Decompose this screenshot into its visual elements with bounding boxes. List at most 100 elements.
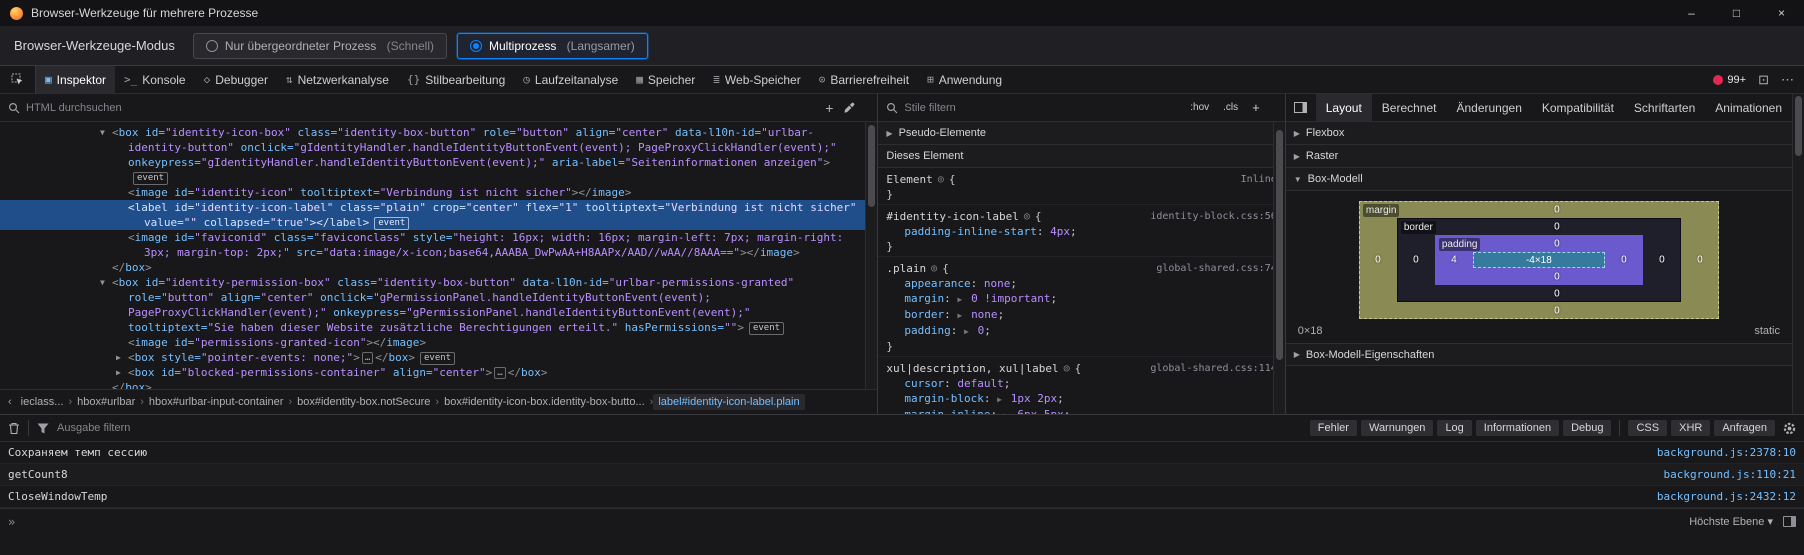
markup-node[interactable]: <label id="identity-icon-label" class="p… bbox=[0, 200, 877, 230]
markup-node[interactable]: <image id="permissions-granted-icon"></i… bbox=[0, 335, 877, 350]
stylesheet-link[interactable]: global-shared.css:114 bbox=[1150, 361, 1276, 376]
expand-shorthand-icon[interactable]: ▶ bbox=[957, 295, 967, 304]
tab-konsole[interactable]: >_Konsole bbox=[115, 66, 195, 93]
breadcrumb-item[interactable]: box#identity-icon-box.identity-box-butto… bbox=[439, 394, 650, 410]
css-declaration[interactable]: margin-block: ▶ 1px 2px; bbox=[886, 391, 1276, 407]
pseudo-class-toggle[interactable]: :hov bbox=[1187, 100, 1212, 115]
tab-web-speicher[interactable]: ≣Web-Speicher bbox=[704, 66, 809, 93]
console-message[interactable]: getCount8background.js:110:21 bbox=[0, 464, 1804, 486]
style-filter-input[interactable] bbox=[904, 102, 1181, 114]
filter-button-anfragen[interactable]: Anfragen bbox=[1714, 420, 1775, 436]
padding-left-value[interactable]: 4 bbox=[1451, 255, 1457, 266]
margin-top-value[interactable]: 0 bbox=[1554, 205, 1560, 216]
event-badge[interactable]: event bbox=[749, 322, 784, 335]
padding-right-value[interactable]: 0 bbox=[1621, 255, 1627, 266]
filter-button-informationen[interactable]: Informationen bbox=[1476, 420, 1559, 436]
selector-highlighter-icon[interactable]: ◎ bbox=[1064, 361, 1070, 376]
tab-layout[interactable]: Layout bbox=[1316, 94, 1372, 121]
tab-animationen[interactable]: Animationen bbox=[1705, 94, 1792, 121]
maximize-button[interactable]: □ bbox=[1714, 0, 1759, 26]
meatball-menu-icon[interactable]: ⋯ bbox=[1781, 72, 1794, 88]
margin-right-value[interactable]: 0 bbox=[1697, 255, 1703, 266]
source-link[interactable]: background.js:2378:10 bbox=[1657, 446, 1796, 459]
stylesheet-link[interactable]: global-shared.css:74 bbox=[1156, 261, 1276, 276]
rule-selector[interactable]: Element bbox=[886, 172, 932, 187]
box-model-content-region[interactable]: -4×18 bbox=[1473, 252, 1605, 268]
filter-button-warnungen[interactable]: Warnungen bbox=[1361, 420, 1433, 436]
expand-arrow-icon[interactable]: ▶ bbox=[116, 350, 121, 365]
tab-stilbearbeitung[interactable]: {}Stilbearbeitung bbox=[398, 66, 514, 93]
markup-node[interactable]: ▼<box id="identity-icon-box" class="iden… bbox=[0, 125, 877, 185]
expand-shorthand-icon[interactable]: ▶ bbox=[964, 327, 974, 336]
scrollbar-thumb[interactable] bbox=[1276, 130, 1283, 360]
stylesheet-link[interactable]: Inline bbox=[1241, 172, 1277, 187]
source-link[interactable]: background.js:110:21 bbox=[1664, 468, 1796, 481]
css-declaration[interactable]: cursor: default; bbox=[886, 376, 1276, 391]
add-rule-button[interactable]: + bbox=[1249, 98, 1263, 117]
border-bottom-value[interactable]: 0 bbox=[1554, 289, 1560, 300]
markup-node[interactable]: </box> bbox=[0, 260, 877, 275]
rule-selector[interactable]: #identity-icon-label bbox=[886, 209, 1018, 224]
css-declaration[interactable]: padding: ▶ 0; bbox=[886, 323, 1276, 339]
evaluation-context-selector[interactable]: Höchste Ebene ▾ bbox=[1689, 515, 1773, 528]
source-link[interactable]: background.js:2432:12 bbox=[1657, 490, 1796, 503]
pick-element-button[interactable] bbox=[0, 66, 36, 93]
tab-barrierefreiheit[interactable]: ⊙Barrierefreiheit bbox=[810, 66, 918, 93]
selector-highlighter-icon[interactable]: ◎ bbox=[1024, 209, 1030, 224]
grid-section[interactable]: ▶ Raster bbox=[1286, 145, 1792, 168]
border-top-value[interactable]: 0 bbox=[1554, 222, 1560, 233]
breadcrumb-scroll-left-icon[interactable]: ‹ bbox=[4, 396, 16, 408]
extra-tools-icon[interactable]: ⊡ bbox=[1758, 72, 1769, 88]
filter-button-log[interactable]: Log bbox=[1437, 420, 1471, 436]
stylesheet-link[interactable]: identity-block.css:56 bbox=[1150, 209, 1276, 224]
margin-bottom-value[interactable]: 0 bbox=[1554, 306, 1560, 317]
margin-left-value[interactable]: 0 bbox=[1375, 255, 1381, 266]
breadcrumb-item[interactable]: label#identity-icon-label.plain bbox=[653, 394, 804, 410]
event-badge[interactable]: event bbox=[133, 172, 168, 185]
console-message[interactable]: CloseWindowTempbackground.js:2432:12 bbox=[0, 486, 1804, 508]
scrollbar-thumb[interactable] bbox=[1795, 96, 1802, 156]
console-input-row[interactable]: » Höchste Ebene ▾ bbox=[0, 508, 1804, 534]
markup-node[interactable]: ▶<box style="pointer-events: none;">…</b… bbox=[0, 350, 877, 365]
box-model-section[interactable]: ▼ Box-Modell bbox=[1286, 168, 1792, 191]
breadcrumb-item[interactable]: ieclass... bbox=[16, 394, 69, 410]
expand-arrow-icon[interactable]: ▶ bbox=[116, 365, 121, 380]
tab-debugger[interactable]: ◇Debugger bbox=[195, 66, 277, 93]
rule-selector[interactable]: xul|description, xul|label bbox=[886, 361, 1058, 376]
layout-scrollbar[interactable] bbox=[1792, 94, 1804, 414]
add-node-icon[interactable]: + bbox=[825, 100, 833, 116]
filter-button-xhr[interactable]: XHR bbox=[1671, 420, 1710, 436]
clear-console-icon[interactable] bbox=[8, 422, 20, 435]
console-sidebar-toggle-icon[interactable] bbox=[1783, 516, 1796, 527]
tab-kompatibilitaet[interactable]: Kompatibilität bbox=[1532, 94, 1624, 121]
event-badge[interactable]: event bbox=[374, 217, 409, 230]
markup-node[interactable]: <image id="identity-icon" tooltiptext="V… bbox=[0, 185, 877, 200]
tab-aenderungen[interactable]: Änderungen bbox=[1446, 94, 1531, 121]
css-declaration[interactable]: margin: ▶ 0 !important; bbox=[886, 291, 1276, 307]
markup-node[interactable]: </box> bbox=[0, 380, 877, 389]
inline-ellipsis[interactable]: … bbox=[362, 352, 373, 364]
tab-schriftarten[interactable]: Schriftarten bbox=[1624, 94, 1705, 121]
console-settings-gear-icon[interactable] bbox=[1783, 422, 1796, 435]
filter-button-debug[interactable]: Debug bbox=[1563, 420, 1611, 436]
selector-highlighter-icon[interactable]: ◎ bbox=[938, 172, 944, 187]
eyedropper-icon[interactable] bbox=[843, 102, 855, 114]
expand-shorthand-icon[interactable]: ▶ bbox=[1004, 411, 1014, 414]
sidebar-toggle-icon[interactable] bbox=[1286, 102, 1316, 113]
error-count-badge[interactable]: 99+ bbox=[1713, 74, 1746, 86]
css-declaration[interactable]: appearance: none; bbox=[886, 276, 1276, 291]
console-message[interactable]: Сохраняем темп сессиюbackground.js:2378:… bbox=[0, 442, 1804, 464]
markup-search-input[interactable] bbox=[26, 102, 819, 114]
tab-speicher[interactable]: ▦Speicher bbox=[627, 66, 704, 93]
tab-berechnet[interactable]: Berechnet bbox=[1372, 94, 1447, 121]
markup-node[interactable]: <image id="faviconid" class="faviconclas… bbox=[0, 230, 877, 260]
breadcrumb-item[interactable]: hbox#urlbar-input-container bbox=[144, 394, 289, 410]
markup-node[interactable]: ▶<box id="blocked-permissions-container"… bbox=[0, 365, 877, 380]
class-toggle[interactable]: .cls bbox=[1220, 100, 1241, 115]
tab-laufzeitanalyse[interactable]: ◷Laufzeitanalyse bbox=[514, 66, 627, 93]
filter-button-fehler[interactable]: Fehler bbox=[1310, 420, 1357, 436]
expand-arrow-icon[interactable]: ▼ bbox=[100, 125, 105, 140]
expand-shorthand-icon[interactable]: ▶ bbox=[957, 311, 967, 320]
rule-selector[interactable]: .plain bbox=[886, 261, 926, 276]
pseudo-elements-section[interactable]: ▶ Pseudo-Elemente bbox=[878, 122, 1284, 145]
